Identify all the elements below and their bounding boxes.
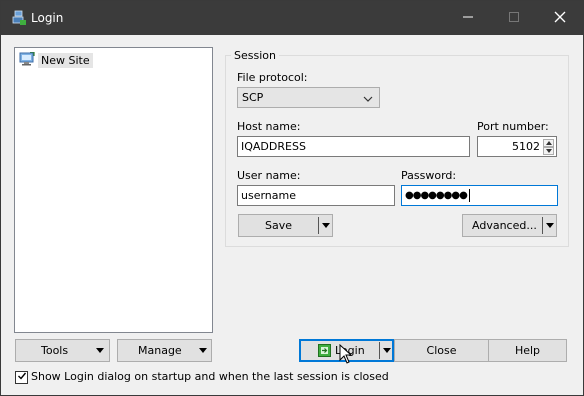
checkmark-icon — [17, 371, 27, 384]
site-item-new-site[interactable]: New Site — [19, 50, 93, 69]
chevron-down-icon — [363, 93, 373, 106]
file-protocol-value: SCP — [242, 91, 264, 104]
close-button[interactable]: Close — [394, 339, 489, 362]
help-button-label: Help — [514, 344, 541, 357]
port-number-value: 5102 — [512, 140, 540, 153]
spin-up-icon[interactable] — [543, 139, 554, 147]
user-name-label: User name: — [237, 169, 301, 182]
site-tree[interactable]: New Site — [14, 47, 213, 333]
save-button-label: Save — [265, 219, 293, 232]
show-login-label[interactable]: Show Login dialog on startup and when th… — [31, 370, 389, 383]
advanced-split-divider — [542, 217, 543, 234]
password-input[interactable]: ●●●●●●●● — [401, 185, 558, 206]
chevron-down-icon — [199, 348, 207, 353]
password-label: Password: — [401, 169, 457, 182]
maximize-icon — [509, 11, 519, 25]
port-number-label: Port number: — [477, 120, 549, 133]
chevron-down-icon — [96, 348, 104, 353]
mouse-cursor-icon — [339, 343, 355, 364]
help-button[interactable]: Help — [488, 339, 567, 362]
port-spin-buttons[interactable] — [543, 139, 554, 155]
text-caret — [468, 189, 470, 202]
session-group-title: Session — [231, 49, 279, 62]
advanced-button[interactable]: Advanced... — [462, 214, 557, 237]
file-protocol-label: File protocol: — [237, 71, 308, 84]
host-name-input[interactable]: IQADDRESS — [237, 136, 470, 157]
port-number-stepper[interactable]: 5102 — [477, 136, 557, 157]
show-login-checkbox[interactable] — [15, 371, 28, 384]
user-name-input[interactable]: username — [237, 185, 395, 206]
save-button[interactable]: Save — [238, 214, 333, 237]
login-dialog: Login New Site Session File protocol: SC… — [0, 0, 584, 396]
computer-icon — [19, 50, 35, 69]
file-protocol-select[interactable]: SCP — [237, 87, 380, 108]
advanced-button-label: Advanced... — [472, 219, 537, 232]
host-name-label: Host name: — [237, 120, 301, 133]
minimize-icon — [463, 12, 473, 25]
close-button-label: Close — [426, 344, 457, 357]
login-icon — [318, 344, 331, 357]
chevron-down-icon[interactable] — [546, 223, 554, 228]
login-split-divider — [379, 342, 380, 359]
manage-button[interactable]: Manage — [117, 339, 212, 362]
password-value: ●●●●●●●● — [405, 190, 468, 201]
window-title: Login — [31, 11, 64, 25]
chevron-down-icon[interactable] — [322, 223, 330, 228]
close-icon — [554, 11, 566, 26]
manage-button-label: Manage — [138, 344, 182, 357]
chevron-down-icon[interactable] — [383, 348, 391, 353]
maximize-button[interactable] — [491, 1, 537, 35]
spin-down-icon[interactable] — [543, 147, 554, 155]
site-item-label: New Site — [38, 52, 93, 68]
title-bar[interactable]: Login — [1, 1, 583, 35]
close-window-button[interactable] — [537, 1, 583, 35]
tools-button-label: Tools — [41, 344, 69, 357]
tools-button[interactable]: Tools — [15, 339, 110, 362]
save-split-divider — [318, 217, 319, 234]
minimize-button[interactable] — [445, 1, 491, 35]
winscp-login-icon — [11, 10, 27, 26]
